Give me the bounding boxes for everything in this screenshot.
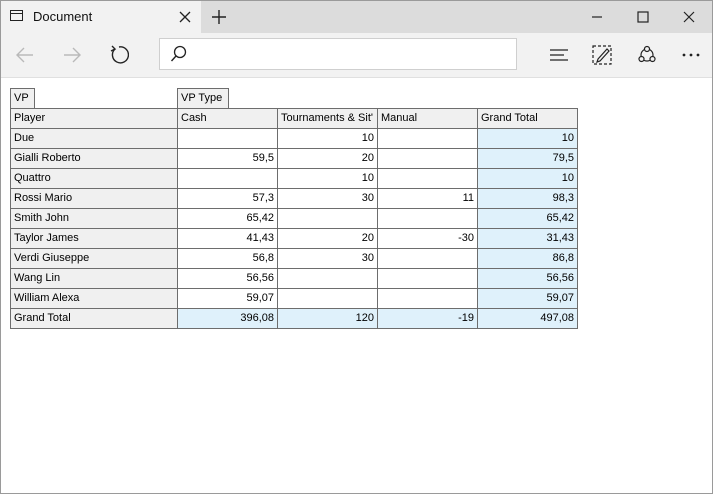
row-label[interactable]: Rossi Mario (10, 188, 178, 209)
table-cell (377, 288, 478, 309)
grand-total-cell: 396,08 (177, 308, 278, 329)
refresh-button[interactable] (103, 39, 135, 71)
refresh-icon (110, 45, 129, 64)
row-label[interactable]: Taylor James (10, 228, 178, 249)
browser-window: Document VP VP Type Player Cash Tourname… (0, 0, 713, 494)
table-cell: 56,8 (177, 248, 278, 269)
document-icon (10, 10, 23, 21)
row-label[interactable]: Smith John (10, 208, 178, 229)
table-cell (177, 168, 278, 189)
hub-icon (550, 49, 568, 61)
table-cell: 10 (277, 128, 378, 149)
navigation-bar (1, 33, 712, 78)
grand-total-cell: 497,08 (477, 308, 578, 329)
column-header[interactable]: Tournaments & Sit' (277, 108, 378, 129)
row-grand-total-cell: 79,5 (477, 148, 578, 169)
column-header[interactable]: Manual (377, 108, 478, 129)
plus-icon (212, 10, 226, 24)
table-cell: -30 (377, 228, 478, 249)
web-note-icon (592, 45, 612, 65)
column-field-vp-type[interactable]: VP Type (177, 88, 229, 109)
close-tab-button[interactable] (175, 7, 195, 27)
share-button[interactable] (631, 39, 663, 71)
row-grand-total-cell: 65,42 (477, 208, 578, 229)
table-cell (277, 268, 378, 289)
table-cell: 59,5 (177, 148, 278, 169)
row-label[interactable]: Due (10, 128, 178, 149)
table-cell (377, 248, 478, 269)
maximize-button[interactable] (620, 1, 666, 33)
table-cell (177, 128, 278, 149)
table-cell: 20 (277, 228, 378, 249)
table-cell (277, 288, 378, 309)
table-cell: 20 (277, 148, 378, 169)
table-cell: 65,42 (177, 208, 278, 229)
share-icon (638, 45, 656, 63)
address-bar[interactable] (159, 38, 517, 70)
new-tab-button[interactable] (207, 5, 231, 29)
table-cell: 59,07 (177, 288, 278, 309)
table-cell: 30 (277, 188, 378, 209)
more-icon (682, 53, 700, 57)
close-icon (683, 11, 695, 23)
table-cell: 10 (277, 168, 378, 189)
hub-button[interactable] (543, 39, 575, 71)
minimize-button[interactable] (574, 1, 620, 33)
table-cell: 41,43 (177, 228, 278, 249)
title-bar: Document (1, 1, 712, 33)
grand-total-cell: -19 (377, 308, 478, 329)
table-cell (377, 268, 478, 289)
grand-total-label: Grand Total (10, 308, 178, 329)
table-cell (377, 208, 478, 229)
forward-button[interactable] (56, 39, 88, 71)
row-label[interactable]: Wang Lin (10, 268, 178, 289)
search-icon (170, 45, 187, 62)
web-note-button[interactable] (586, 39, 618, 71)
row-label[interactable]: William Alexa (10, 288, 178, 309)
minimize-icon (592, 16, 602, 18)
back-button[interactable] (9, 39, 41, 71)
column-header[interactable]: Grand Total (477, 108, 578, 129)
column-header[interactable]: Cash (177, 108, 278, 129)
row-grand-total-cell: 31,43 (477, 228, 578, 249)
row-grand-total-cell: 59,07 (477, 288, 578, 309)
table-cell (377, 148, 478, 169)
table-cell: 11 (377, 188, 478, 209)
close-icon (179, 11, 191, 23)
tab-title: Document (33, 9, 93, 24)
more-button[interactable] (675, 39, 707, 71)
page-content: VP VP Type Player Cash Tournaments & Sit' Man… (1, 78, 712, 493)
table-cell (377, 128, 478, 149)
maximize-icon (637, 11, 649, 23)
row-label[interactable]: Verdi Giuseppe (10, 248, 178, 269)
address-input[interactable] (194, 43, 508, 67)
table-cell: 30 (277, 248, 378, 269)
grand-total-cell: 120 (277, 308, 378, 329)
row-header-player[interactable]: Player (10, 108, 178, 129)
row-label[interactable]: Gialli Roberto (10, 148, 178, 169)
close-window-button[interactable] (666, 1, 712, 33)
table-cell (277, 208, 378, 229)
row-grand-total-cell: 86,8 (477, 248, 578, 269)
row-grand-total-cell: 10 (477, 168, 578, 189)
table-cell (377, 168, 478, 189)
filter-field-vp[interactable]: VP (10, 88, 35, 109)
row-label[interactable]: Quattro (10, 168, 178, 189)
table-cell: 57,3 (177, 188, 278, 209)
back-arrow-icon (16, 47, 33, 63)
table-cell: 56,56 (177, 268, 278, 289)
forward-arrow-icon (64, 47, 81, 63)
row-grand-total-cell: 10 (477, 128, 578, 149)
tab-document[interactable]: Document (1, 1, 201, 33)
row-grand-total-cell: 56,56 (477, 268, 578, 289)
row-grand-total-cell: 98,3 (477, 188, 578, 209)
